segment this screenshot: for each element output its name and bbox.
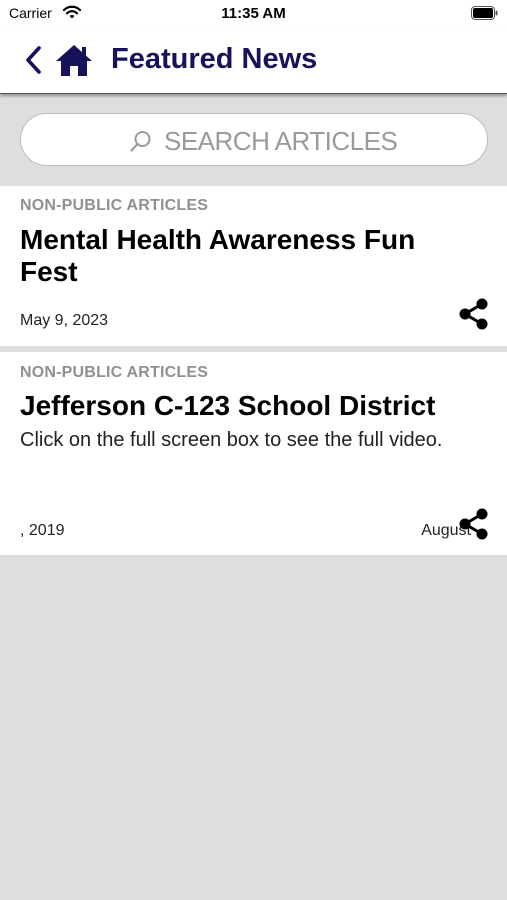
article-summary: Click on the full screen box to see the … bbox=[20, 429, 443, 451]
article-card[interactable]: NON-PUBLIC ARTICLES Mental Health Awaren… bbox=[0, 186, 507, 346]
navigation-bar: Featured News bbox=[0, 28, 507, 94]
article-date: , 2019 bbox=[20, 522, 65, 539]
article-title[interactable]: Jefferson C-123 School District bbox=[20, 390, 500, 422]
search-input[interactable]: SEARCH ARTICLES bbox=[20, 113, 488, 166]
page-title: Featured News bbox=[111, 43, 318, 75]
share-icon[interactable] bbox=[458, 298, 490, 330]
status-bar: Carrier 11:35 AM bbox=[0, 0, 507, 28]
search-placeholder: SEARCH ARTICLES bbox=[164, 126, 398, 156]
home-icon[interactable] bbox=[55, 43, 93, 77]
battery-icon bbox=[471, 6, 498, 20]
search-icon bbox=[130, 131, 151, 152]
article-category: NON-PUBLIC ARTICLES bbox=[20, 364, 209, 381]
status-time: 11:35 AM bbox=[221, 5, 286, 22]
article-title[interactable]: Mental Health Awareness Fun Fest bbox=[20, 224, 470, 288]
back-chevron-icon[interactable] bbox=[22, 44, 46, 76]
article-category: NON-PUBLIC ARTICLES bbox=[20, 197, 209, 214]
article-date: May 9, 2023 bbox=[20, 312, 109, 329]
article-card[interactable]: NON-PUBLIC ARTICLES Jefferson C-123 Scho… bbox=[0, 352, 507, 555]
share-icon[interactable] bbox=[458, 508, 490, 540]
